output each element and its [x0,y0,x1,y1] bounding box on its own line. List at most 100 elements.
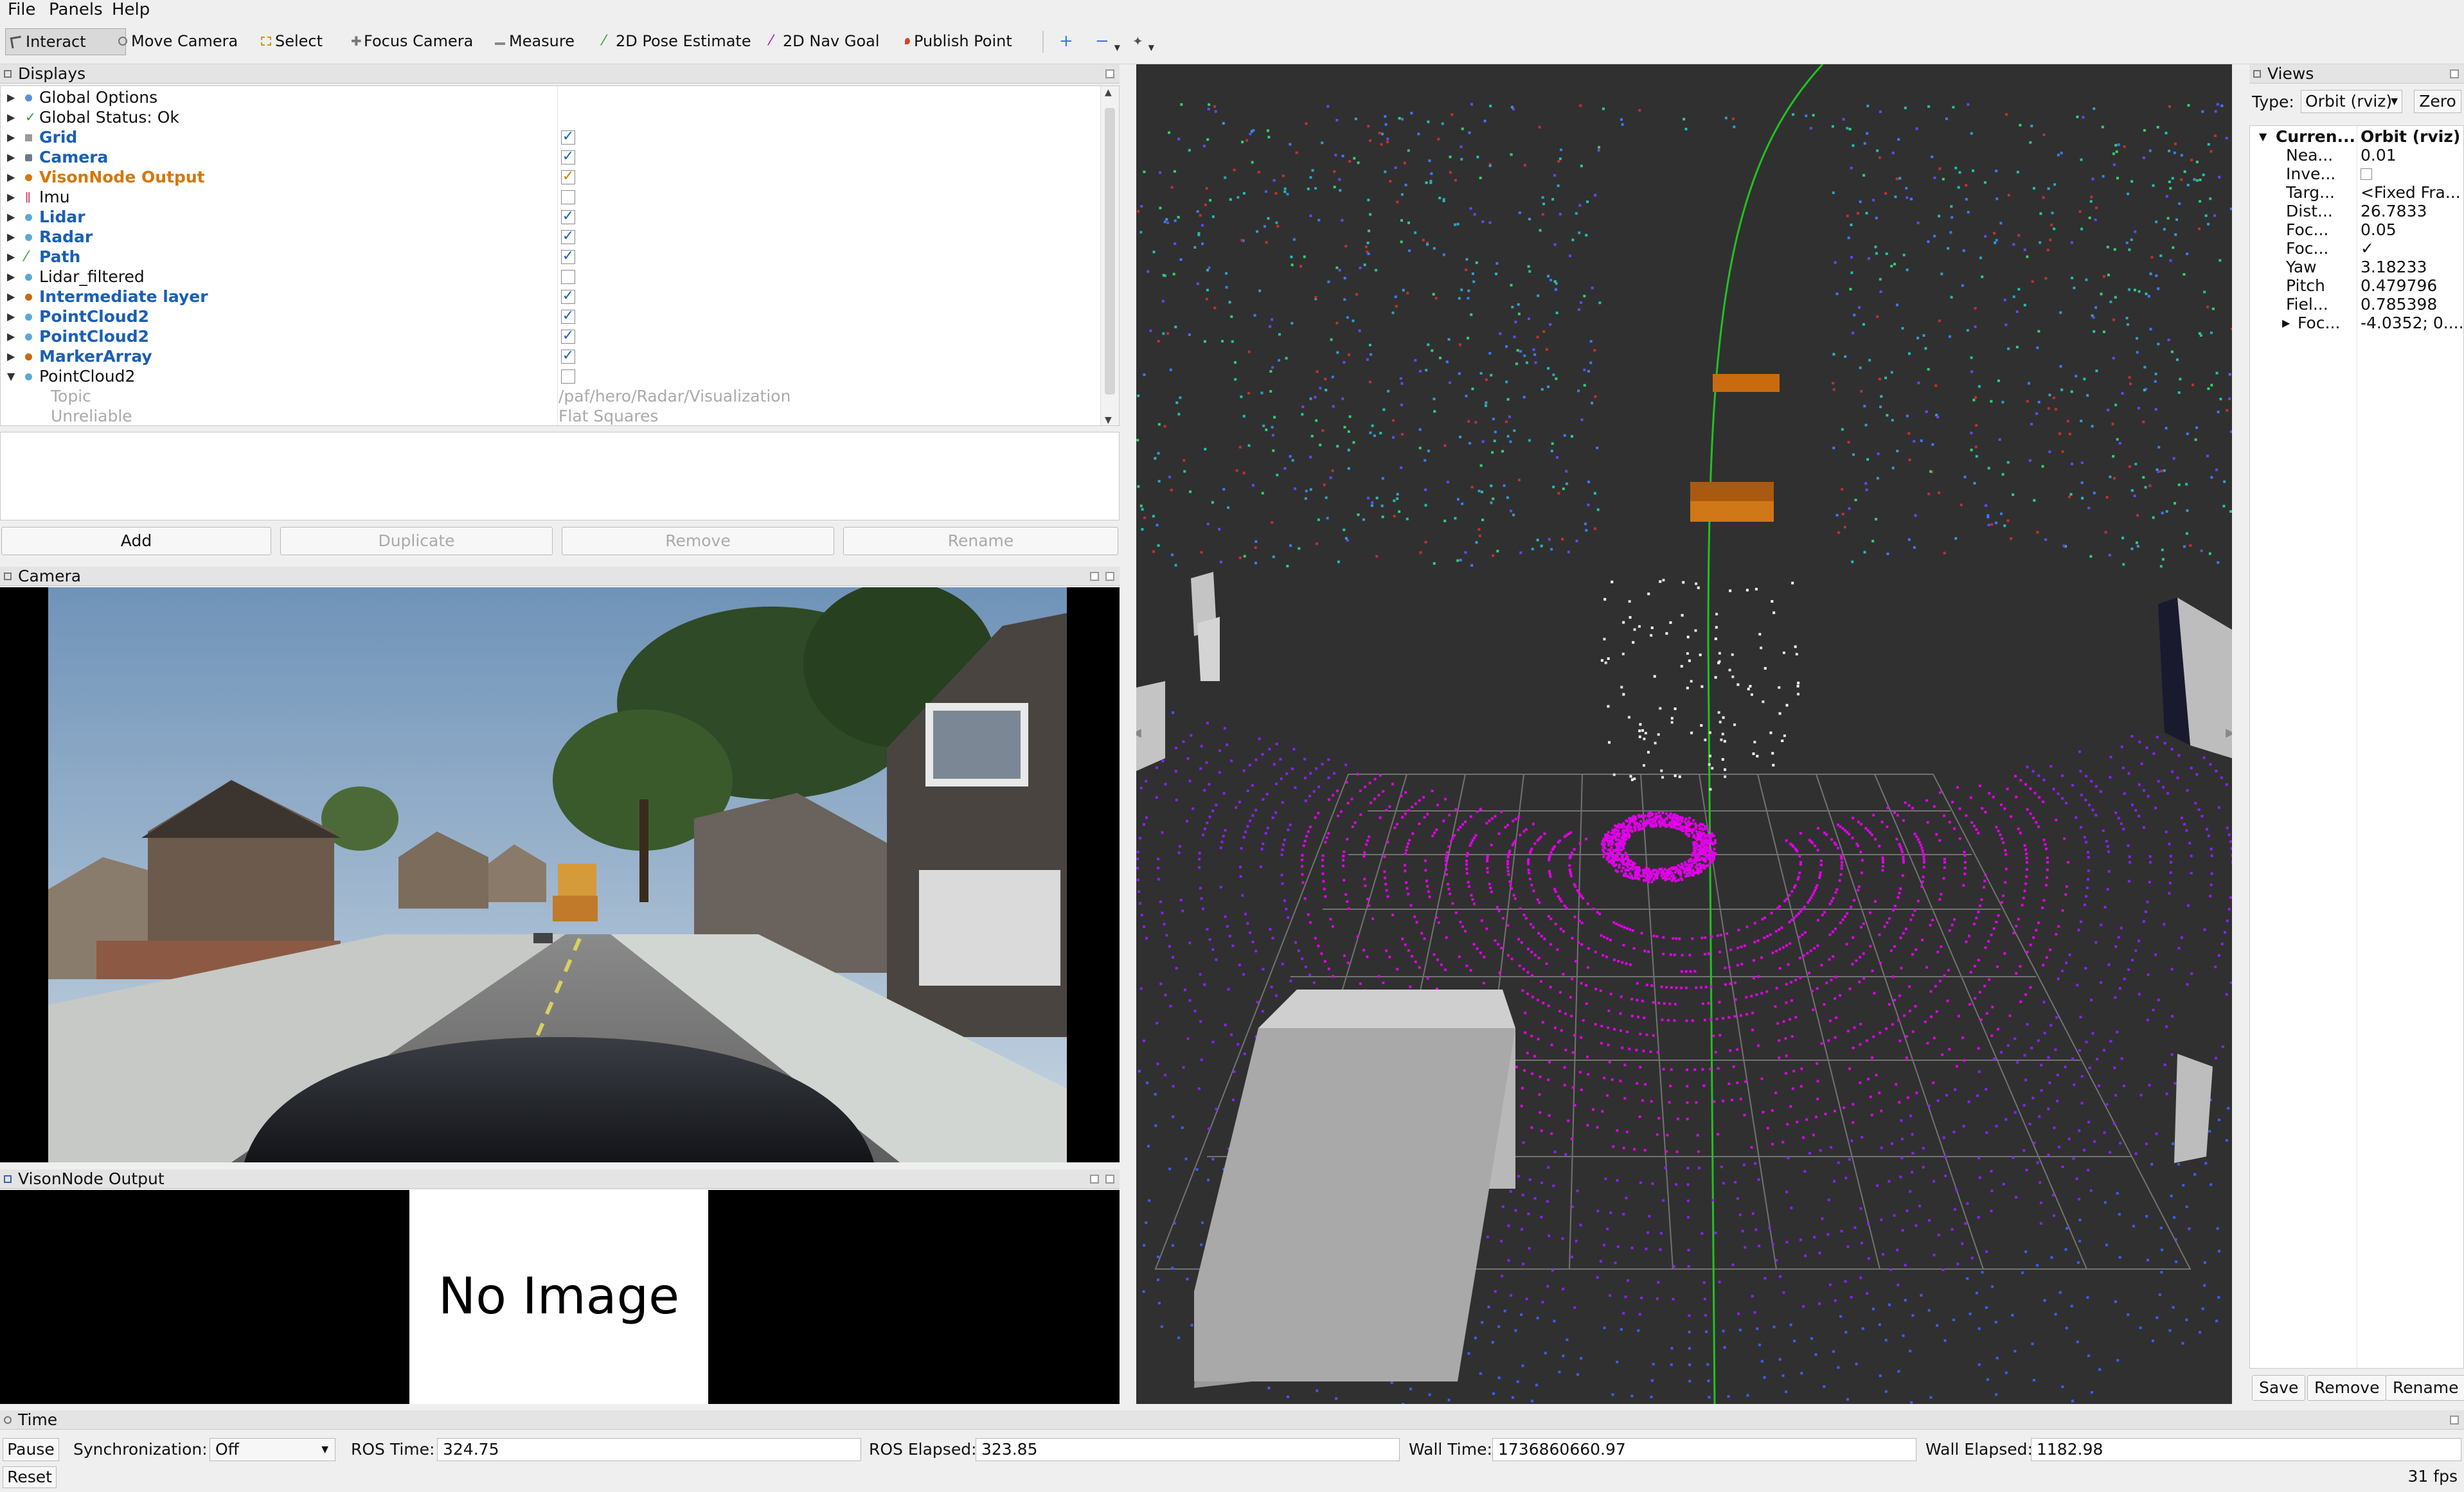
expand-arrow-icon[interactable]: ▶ [7,287,15,306]
expand-arrow-icon[interactable]: ▶ [7,326,15,346]
expand-arrow-icon[interactable]: ▶ [7,187,15,207]
pose-estimate-tool-button[interactable]: ⁄ 2D Pose Estimate [598,28,756,54]
expand-arrow-icon[interactable]: ▶ [7,346,15,366]
dock-close-icon[interactable] [1105,572,1114,581]
view-property-row[interactable]: Foc... 0.05 [2250,220,2463,239]
property-row-unreliable[interactable]: Unreliable Flat Squares [1,406,1101,425]
interact-tool-button[interactable]: Interact [5,28,126,55]
scrollbar-thumb[interactable] [1105,108,1115,395]
duplicate-display-button[interactable]: Duplicate [280,527,553,555]
remove-display-button[interactable]: Remove [562,527,834,555]
expand-arrow-icon[interactable]: ▶ [7,227,15,247]
current-view-row[interactable]: ▼ Curren... Orbit (rviz) [2250,127,2463,146]
dock-float-icon[interactable] [1090,572,1099,581]
display-enable-checkbox[interactable]: ✓ [561,150,575,164]
display-row-intermediate-layer[interactable]: ▶ Intermediate layer ✓ [1,287,1101,306]
tool-properties-icon[interactable]: ✦ ▼ [1127,28,1159,54]
display-enable-checkbox[interactable]: ✓ [561,229,575,244]
move-camera-tool-button[interactable]: Move Camera [113,28,243,54]
display-row-pointcloud2-c[interactable]: ▼ PointCloud2 [1,366,1101,386]
view-property-row[interactable]: Yaw 3.18233 [2250,258,2463,276]
menu-panels[interactable]: Panels [49,0,103,19]
dock-float-icon[interactable] [1090,1175,1099,1184]
display-row-pointcloud2-b[interactable]: ▶ PointCloud2 ✓ [1,326,1101,346]
display-enable-checkbox[interactable]: ✓ [561,170,575,184]
rename-display-button[interactable]: Rename [843,527,1118,555]
menu-help[interactable]: Help [112,0,150,19]
remove-tool-minus-icon[interactable]: − ▼ [1090,28,1125,54]
add-display-button[interactable]: Add [1,527,271,555]
focus-camera-tool-button[interactable]: ✚ Focus Camera [346,28,478,54]
view-property-row[interactable]: Inve... [2250,164,2463,183]
dock-float-icon[interactable] [1105,69,1114,78]
tree-scrollbar[interactable]: ▲ ▼ [1100,86,1119,425]
property-value[interactable]: 0.479796 [2361,276,2437,295]
dock-float-icon[interactable] [2450,69,2459,78]
display-enable-checkbox[interactable] [561,270,575,284]
expand-arrow-icon[interactable]: ▶ [2282,314,2290,332]
scroll-down-icon[interactable]: ▼ [1105,415,1112,425]
camera-image-view[interactable] [0,587,1120,1162]
display-enable-checkbox[interactable]: ✓ [561,349,575,364]
display-row-path[interactable]: ▶ ⁄ Path ✓ [1,247,1101,267]
expand-arrow-icon[interactable]: ▶ [7,147,15,167]
view-type-select[interactable]: Orbit (rviz) ▼ [2301,90,2402,113]
expand-arrow-icon[interactable]: ▶ [7,127,15,147]
invert-checkbox[interactable] [2361,168,2372,180]
rename-view-button[interactable]: Rename [2386,1375,2464,1401]
display-row-lidar[interactable]: ▶ Lidar ✓ [1,207,1101,227]
property-value[interactable]: 0.785398 [2361,295,2437,314]
display-row-camera[interactable]: ▶ Camera ✓ [1,147,1101,167]
display-row-imu[interactable]: ▶ ǁ Imu [1,187,1101,207]
wall-elapsed-field[interactable]: 1182.98 [2031,1438,2461,1461]
display-enable-checkbox[interactable]: ✓ [561,130,575,145]
collapse-arrow-icon[interactable]: ▼ [7,366,15,386]
add-tool-plus-icon[interactable]: + [1054,28,1078,54]
expand-arrow-icon[interactable]: ▶ [7,267,15,287]
dock-float-icon[interactable] [2450,1416,2459,1425]
focal-shape-checkbox[interactable]: ✓ [2361,239,2374,258]
expand-arrow-icon[interactable]: ▶ [7,306,15,326]
property-value[interactable]: /paf/hero/Radar/Visualization [558,386,790,406]
property-value[interactable]: 26.7833 [2361,202,2427,220]
view-property-row[interactable]: Foc... ✓ [2250,239,2463,258]
3d-render-view[interactable]: ◀ ▶ [1136,64,2232,1404]
nav-goal-tool-button[interactable]: ⁄ 2D Nav Goal [765,28,885,54]
save-view-button[interactable]: Save [2252,1375,2306,1401]
display-enable-checkbox[interactable]: ✓ [561,289,575,304]
display-row-global-status[interactable]: ▶ ✓ Global Status: Ok [1,107,1101,127]
visionnode-image-view[interactable]: No Image [0,1190,1120,1404]
display-enable-checkbox[interactable]: ✓ [561,329,575,344]
view-property-row[interactable]: Fiel... 0.785398 [2250,295,2463,314]
property-value[interactable]: <Fixed Fra... [2361,183,2461,202]
splitter-right-arrow-icon[interactable]: ▶ [2226,726,2232,740]
view-property-row[interactable]: Targ... <Fixed Fra... [2250,183,2463,202]
property-value[interactable]: 3.18233 [2361,258,2427,276]
publish-point-tool-button[interactable]: Publish Point [900,28,1017,54]
remove-view-button[interactable]: Remove [2307,1375,2387,1401]
sync-select[interactable]: Off ▼ [210,1438,335,1461]
expand-arrow-icon[interactable]: ▶ [7,167,15,187]
select-tool-button[interactable]: Select [256,28,328,54]
display-row-visonnode-output[interactable]: ▶ VisonNode Output ✓ [1,167,1101,187]
view-property-row[interactable]: ▶ Foc... -4.0352; 0.... [2250,314,2463,332]
reset-button[interactable]: Reset [3,1466,57,1488]
display-row-markerarray[interactable]: ▶ MarkerArray ✓ [1,346,1101,366]
property-value[interactable]: 0.05 [2361,220,2397,239]
view-property-row[interactable]: Pitch 0.479796 [2250,276,2463,295]
display-row-grid[interactable]: ▶ Grid ✓ [1,127,1101,147]
display-row-radar[interactable]: ▶ Radar ✓ [1,227,1101,247]
scroll-up-icon[interactable]: ▲ [1105,87,1112,98]
measure-tool-button[interactable]: Measure [490,28,580,54]
display-enable-checkbox[interactable]: ✓ [561,309,575,324]
display-row-pointcloud2-a[interactable]: ▶ PointCloud2 ✓ [1,306,1101,326]
display-row-lidar-filtered[interactable]: ▶ Lidar_filtered [1,267,1101,287]
collapse-arrow-icon[interactable]: ▼ [2259,127,2267,146]
dock-close-icon[interactable] [1105,1175,1114,1184]
view-property-row[interactable]: Dist... 26.7833 [2250,202,2463,220]
view-property-row[interactable]: Nea... 0.01 [2250,146,2463,164]
property-value[interactable]: Flat Squares [558,406,658,425]
property-row-topic[interactable]: Topic /paf/hero/Radar/Visualization [1,386,1101,406]
display-row-global-options[interactable]: ▶ Global Options [1,87,1101,107]
expand-arrow-icon[interactable]: ▶ [7,207,15,227]
